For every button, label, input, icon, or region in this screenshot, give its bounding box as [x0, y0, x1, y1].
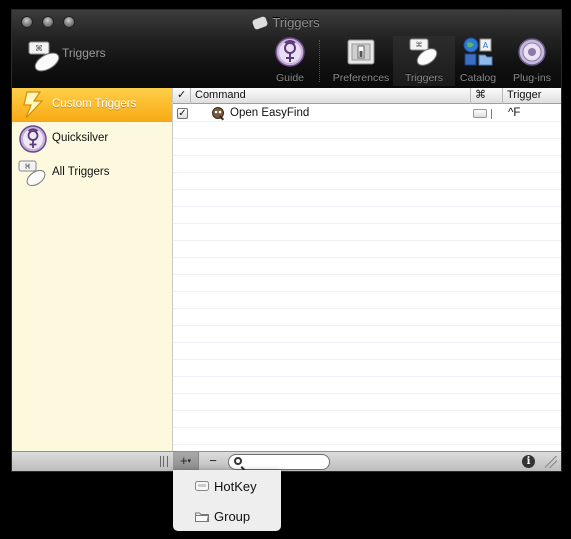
toolbar-preferences-label: Preferences	[332, 72, 390, 84]
add-label: +	[179, 453, 188, 468]
info-button[interactable]: i	[522, 455, 535, 468]
menu-item-hotkey[interactable]: HotKey	[173, 472, 281, 500]
table-row-empty	[173, 258, 561, 275]
table-row-empty	[173, 224, 561, 241]
table-row-empty	[173, 275, 561, 292]
toolbar-plugins-button[interactable]: Plug-ins	[501, 36, 561, 86]
menu-item-label: HotKey	[214, 479, 257, 494]
table-body: ✓ Open EasyFind ^F	[173, 105, 561, 445]
keyboard-icon	[195, 481, 209, 491]
toolbar-catalog-label: Catalog	[459, 72, 497, 84]
table-row-empty	[173, 173, 561, 190]
quicksilver-icon	[19, 125, 47, 153]
folder-icon	[195, 512, 209, 522]
add-trigger-menu: HotKey Group	[173, 470, 281, 531]
table-row-empty	[173, 207, 561, 224]
table-row-empty	[173, 360, 561, 377]
triggers-window: Triggers ⌘ Triggers Guide Preferences ⌘ …	[11, 9, 562, 472]
table-row-empty	[173, 156, 561, 173]
search-icon	[234, 457, 242, 465]
lightning-icon	[23, 91, 44, 119]
triggers-table: ✓ Command ⌘ Trigger ✓ Open EasyFind ^F	[173, 88, 561, 451]
toolbar-preferences-button[interactable]: Preferences	[330, 36, 392, 86]
table-row-empty	[173, 411, 561, 428]
screen: Triggers ⌘ Triggers Guide Preferences ⌘ …	[0, 0, 571, 539]
modifier-divider	[491, 109, 492, 119]
resize-handle[interactable]	[545, 456, 557, 468]
toolbar-guide-label: Guide	[275, 72, 305, 84]
toolbar-plugins-label: Plug-ins	[513, 72, 551, 84]
toolbar-separator	[319, 40, 320, 82]
preferences-switch-icon	[345, 36, 377, 68]
window-title: Triggers	[12, 15, 561, 31]
table-row-empty	[173, 241, 561, 258]
remove-trigger-button[interactable]: −	[202, 452, 224, 471]
triggers-title-icon	[252, 15, 269, 31]
add-menu-arrow-icon: ▾	[187, 458, 192, 465]
table-row[interactable]: ✓ Open EasyFind ^F	[173, 105, 561, 122]
toolbar-triggers-label: Triggers	[404, 72, 444, 84]
toolbar-guide-button[interactable]: Guide	[259, 36, 321, 86]
table-row-empty	[173, 377, 561, 394]
bottom-bar: +▾ − i	[12, 451, 561, 471]
header-title: Triggers	[62, 46, 106, 60]
triggers-header-icon: ⌘	[28, 41, 60, 72]
sidebar-item-custom-triggers[interactable]: Custom Triggers	[12, 88, 172, 122]
sidebar-item-label: Quicksilver	[52, 132, 109, 144]
search-field[interactable]	[228, 454, 330, 470]
sidebar: Custom Triggers Quicksilver ⌘ All Trigge…	[12, 88, 173, 451]
sidebar-item-all-triggers[interactable]: ⌘ All Triggers	[12, 156, 172, 190]
plugins-icon	[516, 36, 548, 68]
menu-item-group[interactable]: Group	[173, 502, 281, 530]
keyboard-icon	[473, 109, 487, 118]
table-row-empty	[173, 309, 561, 326]
toolbar: Triggers ⌘ Triggers Guide Preferences ⌘ …	[12, 10, 561, 88]
catalog-icon: A	[462, 36, 494, 68]
toolbar-catalog-button[interactable]: A Catalog	[447, 36, 509, 86]
sidebar-item-label: Custom Triggers	[52, 98, 137, 110]
sidebar-item-label: All Triggers	[52, 166, 110, 178]
table-header: ✓ Command ⌘ Trigger	[173, 88, 561, 104]
easyfind-app-icon	[212, 107, 225, 121]
enabled-checkbox[interactable]: ✓	[177, 108, 188, 119]
table-row-empty	[173, 139, 561, 156]
split-view-grip[interactable]	[160, 456, 168, 467]
row-command: Open EasyFind	[230, 107, 310, 119]
table-row-empty	[173, 190, 561, 207]
svg-text:⌘: ⌘	[35, 44, 43, 53]
table-row-empty	[173, 428, 561, 445]
column-header-modifier[interactable]: ⌘	[471, 88, 503, 104]
table-row-empty	[173, 292, 561, 309]
svg-text:A: A	[483, 41, 489, 50]
column-header-enabled[interactable]: ✓	[173, 88, 191, 104]
sidebar-item-quicksilver[interactable]: Quicksilver	[12, 122, 172, 156]
column-header-trigger[interactable]: Trigger	[503, 88, 561, 104]
row-trigger: ^F	[508, 107, 521, 119]
triggers-icon: ⌘	[408, 36, 440, 68]
triggers-icon: ⌘	[18, 160, 46, 187]
table-row-empty	[173, 326, 561, 343]
table-row-empty	[173, 122, 561, 139]
quicksilver-icon	[274, 36, 306, 68]
add-trigger-button[interactable]: +▾	[173, 452, 199, 471]
svg-text:⌘: ⌘	[416, 41, 423, 49]
toolbar-triggers-button[interactable]: ⌘ Triggers	[393, 36, 455, 86]
window-title-text: Triggers	[272, 15, 320, 30]
svg-text:⌘: ⌘	[24, 163, 31, 171]
column-header-command[interactable]: Command	[191, 88, 471, 104]
menu-item-label: Group	[214, 509, 251, 524]
table-row-empty	[173, 394, 561, 411]
table-row-empty	[173, 343, 561, 360]
